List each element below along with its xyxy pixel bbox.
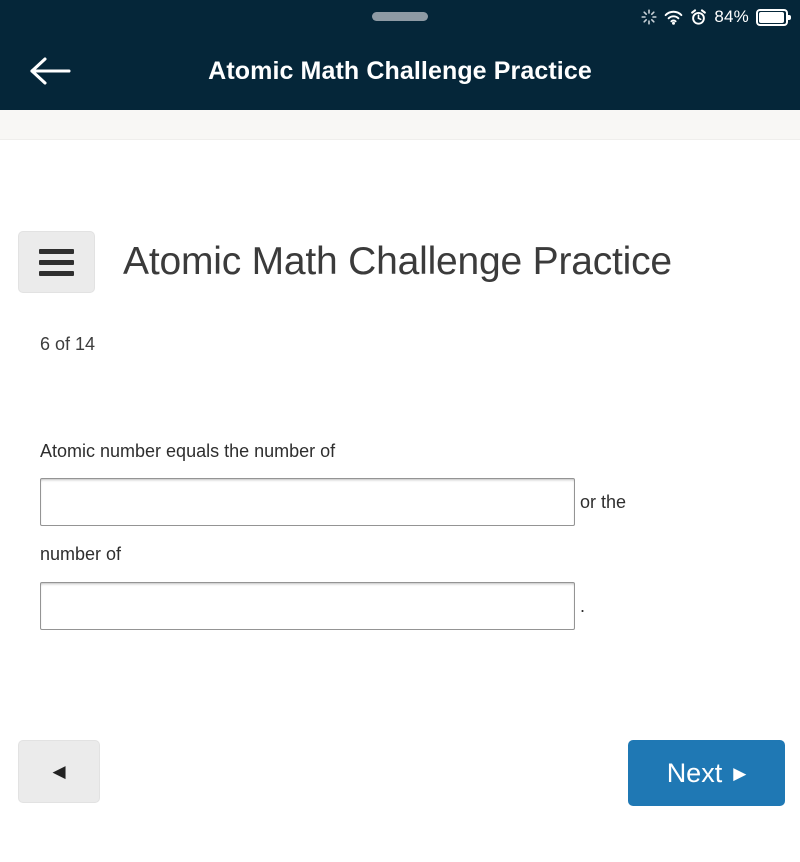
status-bar: 84% [0, 0, 800, 32]
status-icon-group: 84% [641, 4, 791, 30]
next-button-label: Next [666, 757, 723, 788]
alarm-clock-icon [690, 8, 707, 26]
question-text-part-4: . [580, 595, 586, 616]
next-button[interactable]: Next ▶ [628, 740, 785, 806]
progress-counter: 6 of 14 [40, 334, 96, 354]
triangle-right-icon: ▶ [733, 763, 747, 783]
question-text-part-1: Atomic number equals the number of [40, 441, 336, 462]
menu-bar-1 [39, 248, 74, 254]
app-nav-row: Atomic Math Challenge Practice [0, 32, 800, 110]
sync-spinner-icon [641, 9, 657, 25]
battery-percent-label: 84% [714, 7, 749, 26]
menu-bar-2 [39, 259, 74, 265]
battery-icon [756, 8, 791, 26]
answer-input-2[interactable] [40, 581, 575, 630]
page-title-row: Atomic Math Challenge Practice [18, 231, 672, 293]
triangle-left-icon: ◀ [52, 762, 66, 781]
answer-input-1[interactable] [40, 478, 575, 527]
device-notch-pill [372, 12, 428, 21]
page-title: Atomic Math Challenge Practice [123, 240, 672, 283]
page-content: Atomic Math Challenge Practice 6 of 14 A… [0, 141, 800, 862]
menu-bar-3 [39, 270, 74, 276]
question-line-3: number of [40, 540, 740, 567]
hamburger-menu-icon[interactable] [18, 231, 95, 293]
question-line-1: Atomic number equals the number of [40, 437, 740, 464]
app-header: 84% Atomic Math Challenge Practice [0, 0, 800, 110]
previous-button[interactable]: ◀ [18, 740, 100, 803]
question-text-part-3: number of [40, 544, 122, 565]
wifi-icon [664, 10, 683, 25]
question-text-part-2: or the [580, 492, 627, 513]
app-header-title: Atomic Math Challenge Practice [208, 57, 592, 85]
header-divider-strip [0, 110, 800, 140]
question-line-4: . [40, 568, 740, 644]
question-line-2: or the [40, 464, 740, 540]
question-block: Atomic number equals the number of or th… [40, 437, 740, 644]
